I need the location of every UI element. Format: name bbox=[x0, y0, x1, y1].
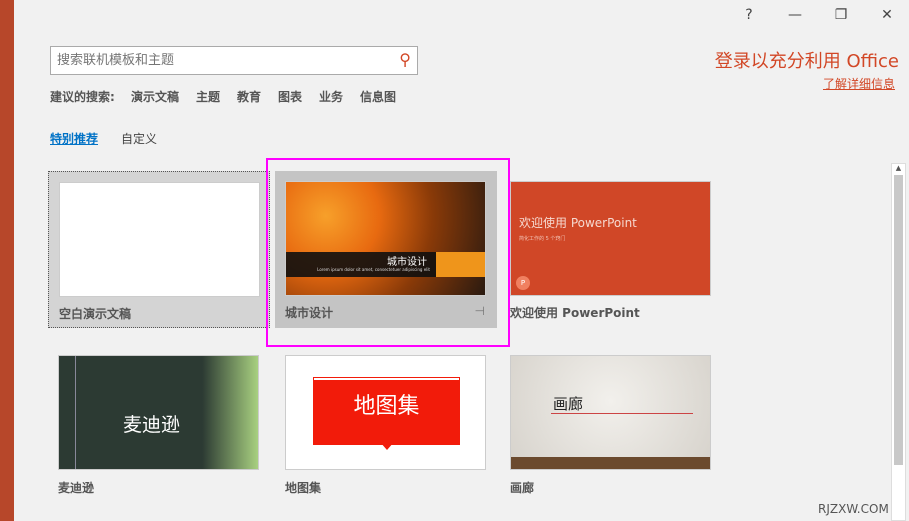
restore-button[interactable]: ❐ bbox=[826, 4, 856, 26]
template-madison[interactable]: 麦迪逊 麦迪逊 bbox=[48, 345, 270, 503]
search-box[interactable]: ⚲ bbox=[50, 46, 418, 75]
thumb-subtitle: 简化工作的 5 个窍门 bbox=[519, 236, 566, 242]
template-label: 城市设计 bbox=[285, 306, 334, 320]
suggestion-theme[interactable]: 主题 bbox=[196, 88, 220, 105]
template-city-design[interactable]: 城市设计 Lorem ipsum dolor sit amet, consect… bbox=[275, 171, 497, 328]
suggestion-presentation[interactable]: 演示文稿 bbox=[131, 88, 179, 105]
template-blank[interactable]: 空白演示文稿 bbox=[48, 171, 270, 328]
vertical-scrollbar[interactable]: ▲ bbox=[891, 163, 906, 521]
thumb-title: 城市设计 bbox=[387, 257, 427, 268]
gallery-thumbnail: 画廊 bbox=[510, 355, 711, 470]
thumb-subtitle: Lorem ipsum dolor sit amet, consectetuer… bbox=[317, 267, 430, 272]
template-label: 画廊 bbox=[510, 481, 535, 495]
search-icon[interactable]: ⚲ bbox=[399, 50, 411, 69]
suggestion-infographic[interactable]: 信息图 bbox=[360, 88, 396, 105]
suggestion-business[interactable]: 业务 bbox=[319, 88, 343, 105]
suggested-label: 建议的搜索: bbox=[50, 90, 115, 104]
thumb-title: 欢迎使用 PowerPoint bbox=[519, 216, 637, 230]
template-label: 地图集 bbox=[285, 481, 322, 495]
thumb-title: 画廊 bbox=[553, 395, 584, 413]
thumb-title: 地图集 bbox=[353, 394, 420, 419]
madison-thumbnail: 麦迪逊 bbox=[58, 355, 259, 470]
template-atlas[interactable]: 地图集 地图集 bbox=[275, 345, 497, 503]
powerpoint-logo-icon: P bbox=[516, 276, 530, 290]
blank-thumbnail bbox=[59, 182, 260, 297]
scrollbar-thumb[interactable] bbox=[894, 175, 903, 465]
signin-link[interactable]: 登录以充分利用 Office bbox=[715, 47, 899, 73]
template-label: 麦迪逊 bbox=[58, 481, 95, 495]
suggestion-chart[interactable]: 图表 bbox=[278, 88, 302, 105]
tab-featured[interactable]: 特别推荐 bbox=[50, 130, 98, 147]
tab-custom[interactable]: 自定义 bbox=[121, 130, 157, 147]
template-gallery[interactable]: 画廊 画廊 bbox=[500, 345, 722, 503]
template-welcome-powerpoint[interactable]: 欢迎使用 PowerPoint 简化工作的 5 个窍门 P 欢迎使用 Power… bbox=[500, 171, 722, 328]
city-design-thumbnail: 城市设计 Lorem ipsum dolor sit amet, consect… bbox=[285, 181, 486, 296]
search-input[interactable] bbox=[51, 47, 381, 74]
watermark: RJZXW.COM bbox=[818, 502, 889, 516]
learn-more-link[interactable]: 了解详细信息 bbox=[823, 75, 895, 92]
welcome-thumbnail: 欢迎使用 PowerPoint 简化工作的 5 个窍门 P bbox=[510, 181, 711, 296]
thumb-title: 麦迪逊 bbox=[123, 414, 181, 436]
suggestion-education[interactable]: 教育 bbox=[237, 88, 261, 105]
atlas-thumbnail: 地图集 bbox=[285, 355, 486, 470]
minimize-button[interactable]: — bbox=[780, 4, 810, 26]
scroll-up-icon[interactable]: ▲ bbox=[892, 164, 905, 172]
help-button[interactable]: ? bbox=[734, 4, 764, 26]
template-label: 欢迎使用 PowerPoint bbox=[510, 306, 640, 320]
template-label: 空白演示文稿 bbox=[59, 307, 132, 321]
close-button[interactable]: ✕ bbox=[872, 4, 902, 26]
app-accent-bar bbox=[0, 0, 14, 521]
pin-icon[interactable]: ⊣ bbox=[475, 304, 485, 318]
